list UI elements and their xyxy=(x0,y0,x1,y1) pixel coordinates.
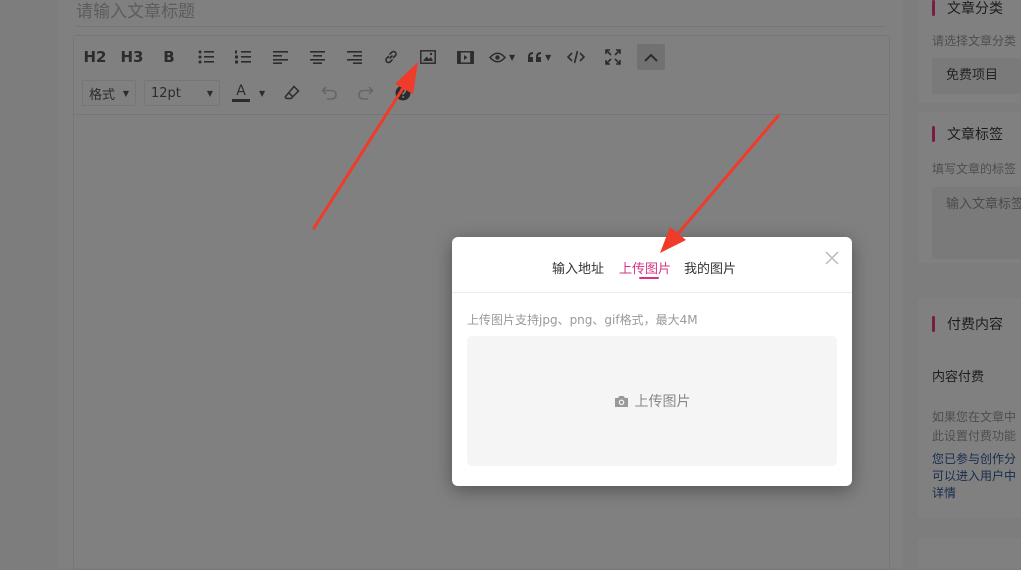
font-size-select[interactable]: 12pt ▼ xyxy=(144,80,220,106)
category-title: 文章分类 xyxy=(932,0,1003,18)
chevron-down-icon: ▼ xyxy=(206,88,213,98)
tab-upload-image[interactable]: 上传图片 xyxy=(619,258,671,277)
category-card: 文章分类 请选择文章分类 免费项目 xyxy=(918,0,1021,103)
toolbar-row-2: 格式 ▼ 12pt ▼ A ▼ xyxy=(82,80,427,106)
font-color-letter: A xyxy=(236,83,246,99)
tags-title-text: 文章标签 xyxy=(947,127,1003,143)
eye-icon xyxy=(489,52,506,62)
code-icon[interactable] xyxy=(563,44,589,70)
modal-tabs: 输入地址 上传图片 我的图片 xyxy=(452,237,852,293)
paid-link-line-2[interactable]: 可以进入用户中 xyxy=(932,468,1016,485)
image-icon[interactable] xyxy=(415,44,441,70)
heading-2-button[interactable]: H2 xyxy=(82,44,108,70)
category-title-text: 文章分类 xyxy=(947,1,1003,17)
numbered-list-icon[interactable] xyxy=(230,44,256,70)
paid-link-line-1[interactable]: 您已参与创作分 xyxy=(932,451,1016,468)
category-hint: 请选择文章分类 xyxy=(932,34,1017,48)
paid-title-text: 付费内容 xyxy=(947,317,1003,333)
preview-dropdown[interactable]: ▼ xyxy=(489,44,515,70)
toolbar-row-1: H2 H3 B ▼ ▼ xyxy=(82,44,676,70)
chevron-down-icon: ▼ xyxy=(545,52,552,62)
active-tab-underline xyxy=(639,277,659,279)
collapse-toolbar-button[interactable] xyxy=(637,44,666,70)
title-marker xyxy=(932,0,935,16)
tags-card: 文章标签 填写文章的标签 输入文章标签 xyxy=(918,112,1021,263)
sidebar-card-bottom xyxy=(918,538,1021,568)
paid-link-line-3[interactable]: 详情 xyxy=(932,485,956,502)
align-left-icon[interactable] xyxy=(267,44,293,70)
paid-desc-line-1: 如果您在文章中 xyxy=(932,410,1017,424)
bold-button[interactable]: B xyxy=(156,44,182,70)
category-select[interactable]: 免费项目 xyxy=(932,58,1021,94)
tags-hint: 填写文章的标签 xyxy=(932,162,1017,176)
eraser-icon[interactable] xyxy=(279,80,305,106)
link-icon[interactable] xyxy=(378,44,404,70)
paid-desc-line-2: 此设置付费功能 xyxy=(932,429,1017,443)
align-right-icon[interactable] xyxy=(341,44,367,70)
undo-icon[interactable] xyxy=(316,80,342,106)
align-center-icon[interactable] xyxy=(304,44,330,70)
chevron-down-icon[interactable]: ▼ xyxy=(259,89,265,98)
tags-input[interactable]: 输入文章标签 xyxy=(932,187,1021,259)
format-select[interactable]: 格式 ▼ xyxy=(82,80,136,106)
upload-button-label: 上传图片 xyxy=(634,394,691,410)
paid-title: 付费内容 xyxy=(932,314,1003,334)
upload-dropzone[interactable]: 上传图片 xyxy=(467,336,837,466)
close-icon[interactable] xyxy=(824,250,840,266)
paid-content-card: 付费内容 内容付费 如果您在文章中 此设置付费功能 您已参与创作分 可以进入用户… xyxy=(918,298,1021,518)
tags-title: 文章标签 xyxy=(932,124,1003,144)
tab-my-images[interactable]: 我的图片 xyxy=(684,258,736,277)
font-size-value: 12pt xyxy=(151,85,181,101)
title-marker xyxy=(932,316,935,332)
chevron-up-icon xyxy=(644,53,658,62)
redo-icon[interactable] xyxy=(353,80,379,106)
fullscreen-icon[interactable] xyxy=(600,44,626,70)
image-upload-modal: 输入地址 上传图片 我的图片 上传图片支持jpg、png、gif格式，最大4M … xyxy=(452,237,852,486)
chevron-down-icon: ▼ xyxy=(122,88,129,98)
tab-input-url[interactable]: 输入地址 xyxy=(552,258,604,277)
upload-format-hint: 上传图片支持jpg、png、gif格式，最大4M xyxy=(467,313,698,327)
format-select-value: 格式 xyxy=(89,87,116,103)
camera-icon xyxy=(614,395,628,407)
font-color-swatch xyxy=(232,99,250,102)
font-color-button[interactable]: A xyxy=(228,80,254,106)
title-marker xyxy=(932,126,935,142)
toolbar-divider xyxy=(74,114,889,115)
quote-icon xyxy=(528,52,542,62)
article-title-input[interactable]: 请输入文章标题 xyxy=(76,0,886,27)
help-icon[interactable] xyxy=(390,80,416,106)
bullet-list-icon[interactable] xyxy=(193,44,219,70)
heading-3-button[interactable]: H3 xyxy=(119,44,145,70)
chevron-down-icon: ▼ xyxy=(509,52,516,62)
video-icon[interactable] xyxy=(452,44,478,70)
quote-dropdown[interactable]: ▼ xyxy=(526,44,552,70)
paid-toggle-label: 内容付费 xyxy=(932,370,985,385)
